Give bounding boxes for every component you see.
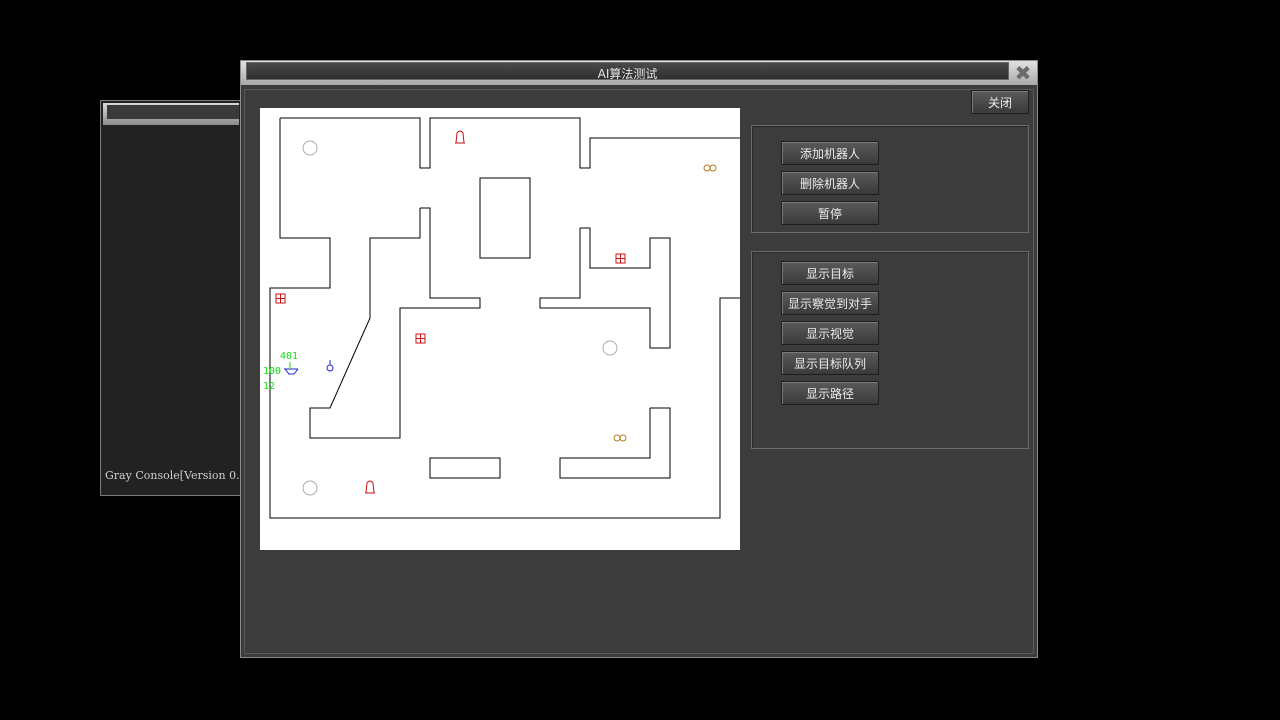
show-path-button[interactable]: 显示路径 xyxy=(781,381,879,405)
map-walls xyxy=(269,117,740,519)
console-titlebar[interactable] xyxy=(103,103,239,125)
wall xyxy=(479,177,531,259)
bell-icon xyxy=(455,130,465,144)
wall xyxy=(280,117,740,169)
robot-icon xyxy=(284,362,299,375)
wall xyxy=(429,457,501,479)
game-map[interactable]: 401 100 12 xyxy=(260,108,740,550)
spawn-point-icon xyxy=(302,140,318,156)
delete-robot-button[interactable]: 删除机器人 xyxy=(781,171,879,195)
console-titlebar-inner xyxy=(107,105,239,119)
robot-ammo-label: 12 xyxy=(263,381,276,392)
health-pack-icon xyxy=(275,293,286,304)
wall xyxy=(309,207,481,439)
spawn-point-icon xyxy=(602,340,618,356)
robot-hp-label: 100 xyxy=(263,366,282,377)
health-pack-icon xyxy=(615,253,626,264)
wall xyxy=(559,407,671,479)
console-text: Gray Console[Version 0. xyxy=(105,469,240,482)
wall xyxy=(539,227,671,349)
titlebar-inner: AI算法测试 xyxy=(246,62,1009,81)
health-pack-icon xyxy=(415,333,426,344)
pause-button[interactable]: 暂停 xyxy=(781,201,879,225)
close-x-icon[interactable]: ✖ xyxy=(1013,63,1033,83)
close-button[interactable]: 关闭 xyxy=(971,90,1029,114)
window-title: AI算法测试 xyxy=(597,67,658,81)
add-robot-button[interactable]: 添加机器人 xyxy=(781,141,879,165)
show-target-queue-button[interactable]: 显示目标队列 xyxy=(781,351,879,375)
ammo-icon xyxy=(703,164,717,172)
window-titlebar[interactable]: AI算法测试 ✖ xyxy=(241,61,1037,85)
spawn-point-icon xyxy=(302,480,318,496)
console-window: Gray Console[Version 0. xyxy=(100,100,242,496)
show-vision-button[interactable]: 显示视觉 xyxy=(781,321,879,345)
show-opponent-button[interactable]: 显示察觉到对手 xyxy=(781,291,879,315)
ammo-icon xyxy=(613,434,627,442)
show-target-button[interactable]: 显示目标 xyxy=(781,261,879,285)
bell-icon xyxy=(365,480,375,494)
robot-id-label: 401 xyxy=(280,351,299,362)
enemy-robot-icon xyxy=(326,360,334,372)
